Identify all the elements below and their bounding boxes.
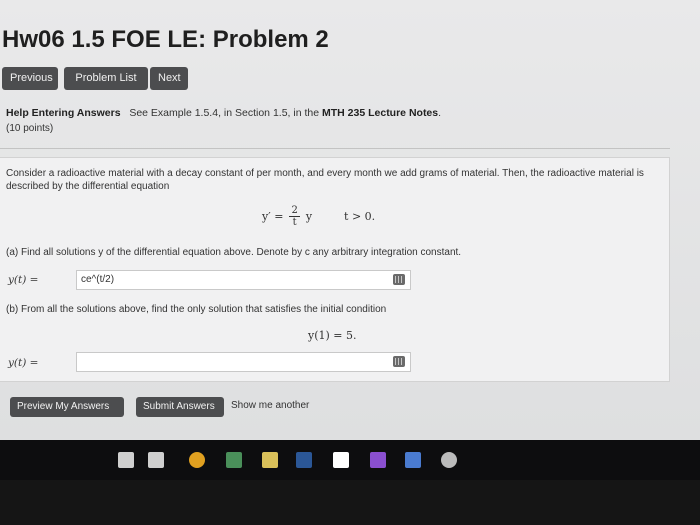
fraction-denominator: t xyxy=(292,217,297,228)
initial-condition: y(1) = 5. xyxy=(308,329,357,342)
edit-icon[interactable] xyxy=(405,452,421,468)
answer-a-label: y(t) = xyxy=(8,274,39,286)
preview-answers-button[interactable]: Preview My Answers xyxy=(10,397,124,417)
word-icon[interactable] xyxy=(296,452,312,468)
answer-b-input[interactable] xyxy=(76,352,411,372)
page-title: Hw06 1.5 FOE LE: Problem 2 xyxy=(2,26,329,53)
equation-editor-icon[interactable] xyxy=(393,356,405,367)
task-view-icon[interactable] xyxy=(148,452,164,468)
help-period: . xyxy=(438,107,442,119)
differential-equation: y′ = 2 t y t > 0. xyxy=(262,205,375,228)
fraction-numerator: 2 xyxy=(289,205,300,217)
photos-icon[interactable] xyxy=(226,452,242,468)
answer-a-input[interactable]: ce^(t/2) xyxy=(76,270,411,290)
equation-rhs: y xyxy=(305,210,313,223)
lecture-notes-ref[interactable]: MTH 235 Lecture Notes xyxy=(322,107,438,119)
help-text-pre: See Example xyxy=(129,107,195,119)
divider xyxy=(0,148,670,149)
settings-icon[interactable] xyxy=(441,452,457,468)
store-icon[interactable] xyxy=(262,452,278,468)
help-text-in: , in the xyxy=(287,107,322,119)
visual-studio-icon[interactable] xyxy=(370,452,386,468)
answer-b-label: y(t) = xyxy=(8,357,39,369)
submit-answers-button[interactable]: Submit Answers xyxy=(136,397,224,417)
taskbar xyxy=(0,440,700,480)
section-ref: 1.5 xyxy=(272,107,288,119)
show-another-link[interactable]: Show me another xyxy=(231,400,309,411)
problem-list-button[interactable]: Problem List xyxy=(64,67,148,90)
help-text-mid: , in Section xyxy=(218,107,273,119)
domain-condition: t > 0. xyxy=(344,210,376,223)
screen-bezel xyxy=(0,480,700,525)
next-button[interactable]: Next xyxy=(150,67,188,90)
part-a-question: (a) Find all solutions y of the differen… xyxy=(6,247,462,258)
help-line: Help Entering Answers See Example 1.5.4,… xyxy=(6,107,441,119)
equation-lhs: y′ = xyxy=(262,210,284,223)
answer-a-value: ce^(t/2) xyxy=(81,274,115,285)
equation-editor-icon[interactable] xyxy=(393,274,405,285)
chrome-icon[interactable] xyxy=(189,452,205,468)
points-label: (10 points) xyxy=(6,123,54,134)
browser-page: Hw06 1.5 FOE LE: Problem 2 Previous Prob… xyxy=(0,0,700,440)
help-heading[interactable]: Help Entering Answers xyxy=(6,107,121,119)
fraction: 2 t xyxy=(289,205,300,228)
mic-icon[interactable] xyxy=(118,452,134,468)
twitter-icon[interactable] xyxy=(333,452,349,468)
problem-intro: Consider a radioactive material with a d… xyxy=(6,168,644,192)
example-ref: 1.5.4 xyxy=(194,107,219,119)
previous-button[interactable]: Previous xyxy=(2,67,58,90)
part-b-question: (b) From all the solutions above, find t… xyxy=(6,304,387,315)
